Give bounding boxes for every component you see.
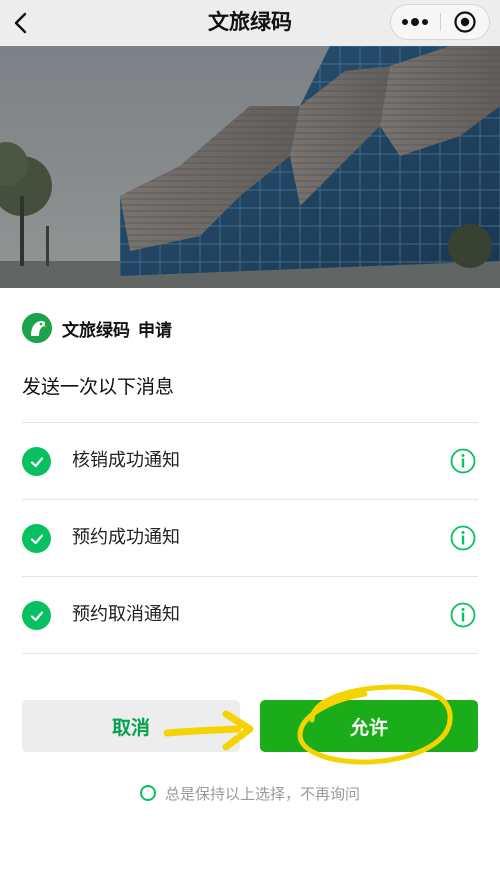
parrot-logo-icon [22, 313, 52, 343]
message-label: 预约成功通知 [72, 527, 180, 548]
target-close-icon [454, 11, 476, 33]
message-label: 预约取消通知 [72, 604, 180, 625]
app-name: 文旅绿码 [62, 320, 130, 341]
more-dots-icon [402, 18, 428, 26]
list-item-booking-cancel[interactable]: 预约取消通知 [22, 577, 478, 654]
app-info-row: 文旅绿码 申请 [22, 312, 172, 344]
close-button[interactable] [441, 5, 489, 39]
mini-program-capsule [390, 4, 490, 40]
message-list: 核销成功通知 预约成功通知 预约取消通知 [22, 422, 478, 654]
check-icon[interactable] [22, 601, 51, 630]
remember-choice-option[interactable]: 总是保持以上选择，不再询问 [0, 780, 500, 806]
info-icon[interactable] [450, 602, 476, 628]
subscribe-message-sheet: 文旅绿码 申请 发送一次以下消息 核销成功通知 预约成功通知 预约取消通知 取消… [0, 288, 500, 889]
info-icon[interactable] [450, 448, 476, 474]
more-button[interactable] [391, 5, 439, 39]
allow-button[interactable]: 允许 [260, 700, 478, 752]
cancel-button[interactable]: 取消 [22, 700, 240, 752]
check-icon[interactable] [22, 447, 51, 476]
app-request-label: 申请 [138, 320, 172, 341]
radio-circle-icon[interactable] [139, 785, 156, 801]
list-item-verify-success[interactable]: 核销成功通知 [22, 423, 478, 500]
top-navbar: 文旅绿码 [0, 0, 500, 46]
message-label: 核销成功通知 [72, 450, 180, 471]
remember-choice-label: 总是保持以上选择，不再询问 [164, 784, 360, 803]
prompt-text: 发送一次以下消息 [22, 376, 175, 398]
hero-building-image [0, 46, 500, 288]
check-icon[interactable] [22, 524, 51, 553]
list-item-booking-success[interactable]: 预约成功通知 [22, 500, 478, 577]
info-icon[interactable] [450, 525, 476, 551]
